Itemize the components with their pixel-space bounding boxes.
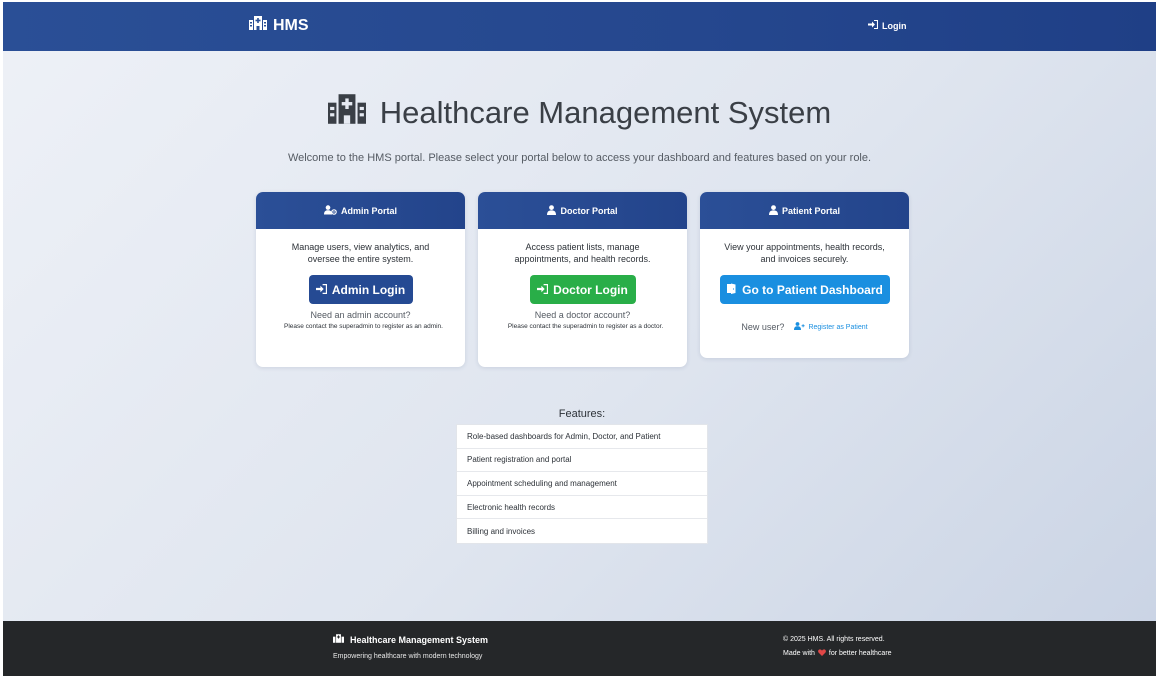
page: HMS Login Healthcare Management System W… — [3, 2, 1156, 676]
nav-login-link[interactable]: Login — [868, 19, 907, 31]
sign-in-icon — [537, 283, 549, 297]
admin-login-button[interactable]: Admin Login — [308, 275, 413, 304]
patient-portal-description: View your appointments, health records, … — [724, 242, 885, 264]
user-gear-icon — [323, 204, 337, 217]
heart-icon — [818, 649, 826, 658]
patient-portal-card: Patient Portal View your appointments, h… — [700, 192, 909, 358]
admin-portal-body: Manage users, view analytics, and overse… — [256, 229, 465, 342]
footer-title-text: Healthcare Management System — [350, 634, 489, 645]
footer: Healthcare Management System Empowering … — [3, 621, 1156, 676]
doctor-portal-body: Access patient lists, manage appointment… — [478, 229, 687, 342]
page-subtitle: Welcome to the HMS portal. Please select… — [287, 152, 872, 164]
feature-item: Patient registration and portal — [457, 449, 707, 473]
admin-account-note: Need an admin account? — [310, 310, 411, 320]
admin-portal-card: Admin Portal Manage users, view analytic… — [256, 192, 465, 367]
patient-dashboard-button[interactable]: Go to Patient Dashboard — [719, 275, 890, 304]
feature-item: Appointment scheduling and management — [457, 472, 707, 496]
register-patient-label: Register as Patient — [808, 323, 868, 331]
navbar: HMS Login — [3, 2, 1156, 51]
patient-register-row: New user? Register as Patient — [710, 322, 899, 332]
patient-dashboard-label: Go to Patient Dashboard — [742, 282, 883, 297]
hospital-icon — [327, 94, 366, 132]
nav-login-label: Login — [882, 20, 907, 31]
brand-link[interactable]: HMS — [249, 16, 309, 35]
doctor-account-note: Need a doctor account? — [534, 310, 631, 320]
feature-item: Billing and invoices — [467, 526, 536, 536]
brand-text: HMS — [273, 16, 309, 34]
doctor-login-button[interactable]: Doctor Login — [529, 275, 636, 304]
register-patient-link[interactable]: Register as Patient — [794, 322, 868, 332]
user-doctor-icon — [547, 204, 557, 217]
features-list: Role-based dashboards for Admin, Doctor,… — [456, 424, 708, 544]
doctor-portal-title: Doctor Portal — [560, 205, 618, 216]
admin-login-label: Admin Login — [331, 282, 406, 297]
admin-portal-description: Manage users, view analytics, and overse… — [291, 242, 430, 264]
doctor-contact-text: Please contact the superadmin to registe… — [507, 323, 664, 330]
made-with-prefix: Made with — [783, 650, 815, 657]
page-title-text: Healthcare Management System — [379, 95, 832, 130]
user-plus-icon — [794, 322, 806, 332]
doctor-login-label: Doctor Login — [553, 282, 628, 297]
doctor-portal-description: Access patient lists, manage appointment… — [514, 242, 651, 264]
admin-contact-text: Please contact the superadmin to registe… — [284, 323, 443, 330]
patient-portal-body: View your appointments, health records, … — [700, 229, 909, 342]
patient-portal-title: Patient Portal — [781, 205, 840, 216]
door-open-icon — [726, 283, 737, 297]
doctor-portal-card: Doctor Portal Access patient lists, mana… — [478, 192, 687, 367]
features-title: Features: — [558, 408, 606, 420]
hospital-icon — [249, 16, 267, 35]
sign-in-icon — [315, 283, 327, 297]
admin-portal-header: Admin Portal — [256, 192, 465, 229]
page-title: Healthcare Management System — [3, 94, 1156, 132]
footer-made-with: Made with for better healthcare — [783, 649, 892, 658]
footer-copyright: © 2025 HMS. All rights reserved. — [783, 636, 885, 643]
doctor-portal-header: Doctor Portal — [478, 192, 687, 229]
user-icon — [768, 204, 778, 217]
sign-in-icon — [868, 19, 879, 31]
hospital-icon — [333, 634, 344, 645]
footer-tagline: Empowering healthcare with modern techno… — [333, 653, 483, 660]
admin-portal-title: Admin Portal — [340, 205, 397, 216]
made-with-suffix: for better healthcare — [828, 650, 892, 657]
feature-item: Role-based dashboards for Admin, Doctor,… — [457, 425, 707, 449]
footer-title: Healthcare Management System — [333, 634, 488, 645]
feature-item: Electronic health records — [457, 496, 707, 520]
patient-portal-header: Patient Portal — [700, 192, 909, 229]
new-user-text: New user? — [741, 322, 785, 332]
